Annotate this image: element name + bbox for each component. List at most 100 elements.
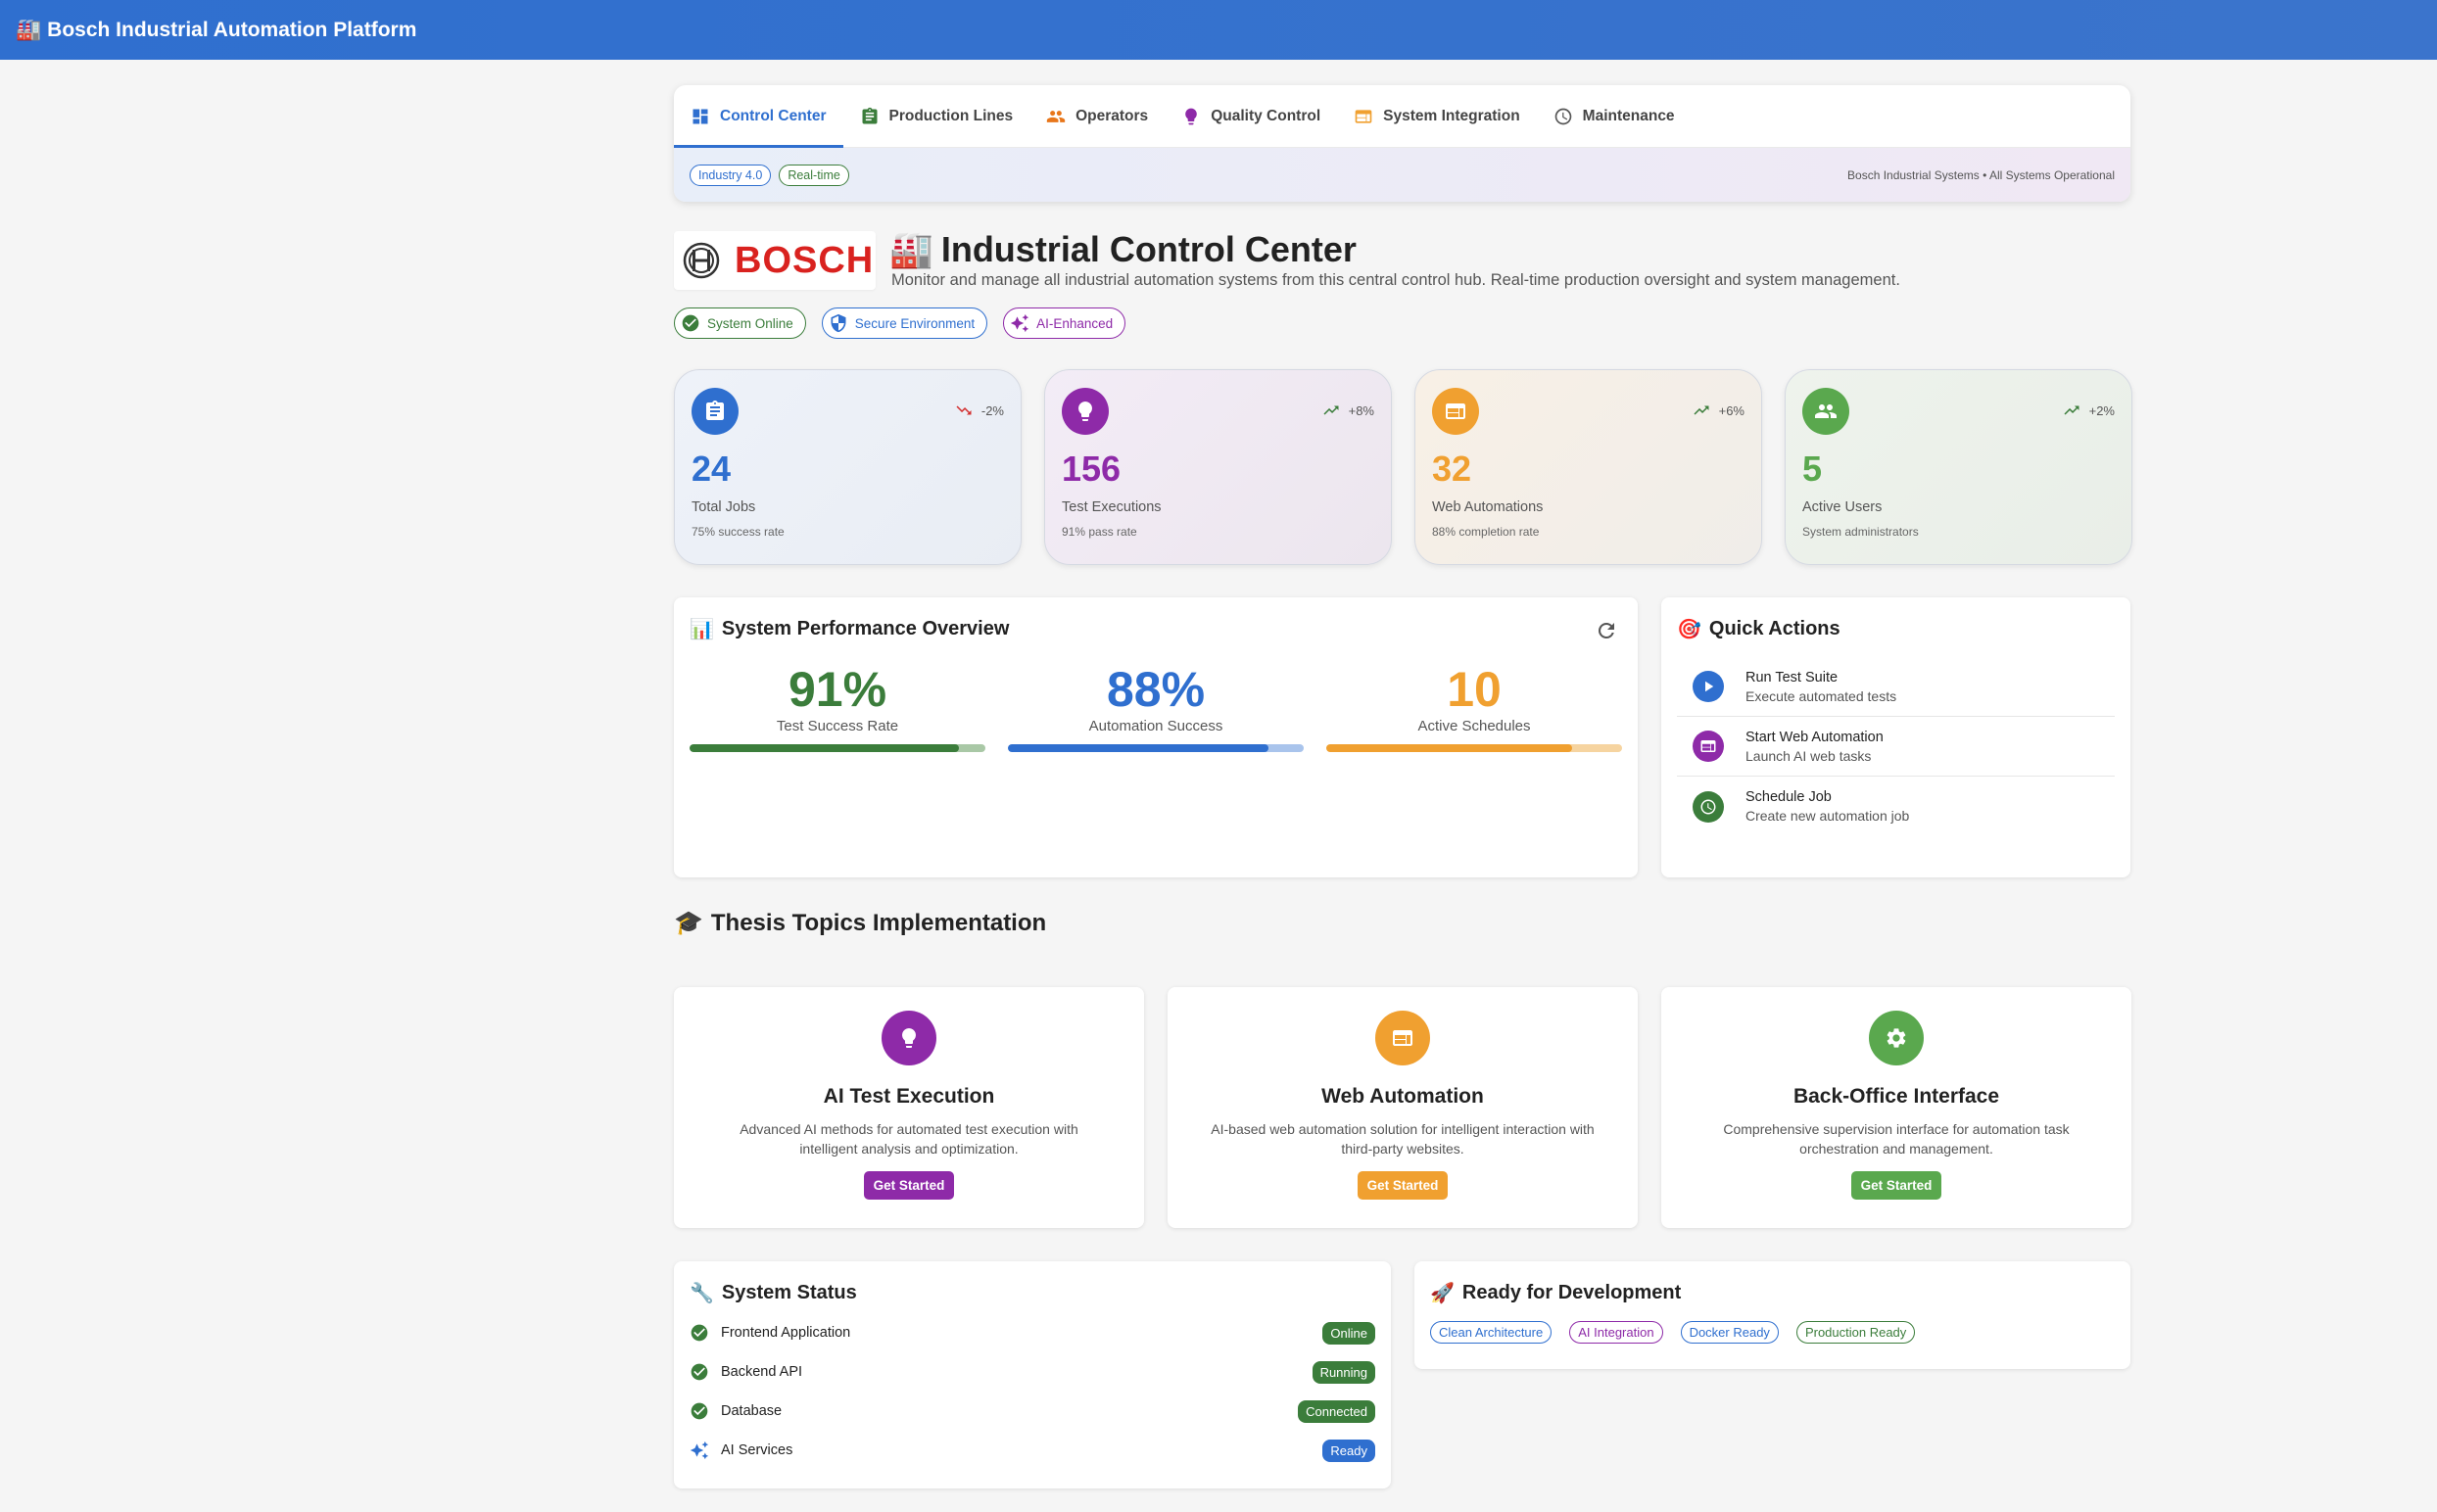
quick-action-start-web-automation[interactable]: Start Web Automation Launch AI web tasks: [1677, 717, 2115, 777]
status-name: Database: [721, 1403, 783, 1419]
page-title-text: Industrial Control Center: [940, 229, 1357, 269]
topic-icon: [1375, 1011, 1430, 1065]
tab-production-lines[interactable]: Production Lines: [843, 85, 1030, 148]
status-badge: Running: [1312, 1360, 1375, 1384]
tab-label: Control Center: [720, 107, 827, 124]
tab-label: Quality Control: [1211, 107, 1321, 124]
system-status-title: 🔧 System Status: [690, 1281, 1375, 1305]
app-bar: 🏭 Bosch Industrial Automation Platform: [0, 0, 2437, 60]
quick-actions-title: 🎯 Quick Actions: [1677, 617, 2115, 641]
people-icon: [1815, 404, 1837, 418]
tab-label: Maintenance: [1582, 107, 1675, 124]
check-circle-icon: [691, 1402, 708, 1420]
metric-label: Automation Success: [1088, 718, 1223, 734]
stat-value: 5: [1802, 449, 1823, 489]
trend-value: +6%: [1718, 402, 1744, 418]
tab-control-center[interactable]: Control Center: [674, 85, 843, 148]
subbar-chip: Real-time: [779, 164, 849, 186]
trending-up-icon: [1694, 405, 1709, 415]
tab-bar: Control Center Production Lines Operators Q…: [674, 85, 2130, 148]
gear-icon: [1887, 1028, 1906, 1048]
metric-value: 10: [1447, 662, 1502, 717]
trend-value: -2%: [980, 402, 1004, 418]
graduation-cap-icon: 🎓: [674, 910, 703, 936]
stat-card-total-jobs: -2% 24 Total Jobs 75% success rate: [674, 369, 1022, 565]
status-name: AI Services: [721, 1442, 793, 1458]
bulb-icon: [902, 1028, 916, 1048]
get-started-button[interactable]: Get Started: [1357, 1171, 1449, 1201]
metric-label: Test Success Rate: [776, 718, 899, 734]
trending-down-icon: [956, 405, 972, 415]
topic-description: AI-based web automation solution for int…: [1211, 1121, 1595, 1157]
wrench-icon: 🔧: [690, 1283, 714, 1304]
stat-card-test-executions: +8% 156 Test Executions 91% pass rate: [1044, 369, 1392, 565]
rocket-icon: 🚀: [1430, 1283, 1455, 1304]
app-title-text: Bosch Industrial Automation Platform: [47, 18, 417, 41]
metric-automation-success: 88% Automation Success: [1008, 665, 1304, 752]
target-icon: 🎯: [1677, 619, 1701, 640]
stat-card-active-users: +2% 5 Active Users System administrators: [1785, 369, 2132, 565]
thesis-section-title: 🎓 Thesis Topics Implementation: [674, 909, 1046, 937]
system-status-panel: 🔧 System Status Frontend Application Onli…: [674, 1261, 1391, 1488]
tab-maintenance[interactable]: Maintenance: [1537, 85, 1692, 148]
web-icon: [1446, 403, 1465, 419]
play-icon: [1705, 681, 1714, 692]
tag-clean-architecture: Clean Architecture: [1430, 1321, 1553, 1344]
subbar-chips: Industry 4.0 Real-time: [690, 164, 849, 186]
quick-action-text: Schedule Job Create new automation job: [1745, 789, 1909, 824]
tab-operators[interactable]: Operators: [1029, 85, 1165, 148]
stat-icon: [692, 388, 739, 435]
tab-system-integration[interactable]: System Integration: [1337, 85, 1537, 148]
get-started-button[interactable]: Get Started: [1850, 1171, 1942, 1201]
stat-label: Test Executions: [1062, 499, 1162, 515]
system-status-title-text: System Status: [721, 1282, 857, 1303]
app-title: 🏭 Bosch Industrial Automation Platform: [16, 19, 416, 42]
metric-progress-bar: [1326, 744, 1622, 752]
quick-action-schedule-job[interactable]: Schedule Job Create new automation job: [1677, 777, 2115, 836]
status-name: Backend API: [721, 1364, 803, 1380]
navigation-card: Control Center Production Lines Operators Q…: [674, 85, 2130, 202]
quick-action-subtitle: Create new automation job: [1745, 808, 1910, 824]
refresh-icon[interactable]: [1595, 619, 1618, 642]
system-status-list: Frontend Application Online Backend API Run…: [690, 1313, 1375, 1470]
factory-icon: 🏭: [889, 229, 933, 269]
sparkle-icon: [1010, 313, 1029, 333]
badge-label: System Online: [707, 315, 793, 331]
metric-active-schedules: 10 Active Schedules: [1326, 665, 1622, 752]
clipboard-icon: [706, 401, 724, 420]
metric-value: 88%: [1106, 662, 1206, 717]
web-icon: [1700, 740, 1716, 752]
get-started-button[interactable]: Get Started: [863, 1171, 955, 1201]
status-subbar: Industry 4.0 Real-time Bosch Industrial S…: [674, 148, 2130, 202]
bulb-icon: [1078, 402, 1092, 421]
topic-card-back-office-interface: Back-Office Interface Comprehensive super…: [1661, 987, 2131, 1228]
stat-note: 88% completion rate: [1432, 525, 1540, 539]
trend-indicator: +2%: [2060, 402, 2115, 419]
badge-system-online: System Online: [674, 307, 806, 339]
badge-ai-enhanced: AI-Enhanced: [1003, 307, 1126, 339]
stat-label: Web Automations: [1432, 499, 1544, 515]
bosch-armature-icon: [683, 242, 720, 279]
topic-description: Advanced AI methods for automated test e…: [740, 1121, 1078, 1157]
bosch-logo: BOSCH: [674, 231, 876, 290]
metric-test-success-rate: 91% Test Success Rate: [690, 665, 985, 752]
topic-card-ai-test-execution: AI Test Execution Advanced AI methods for…: [674, 987, 1144, 1228]
metric-progress-bar: [690, 744, 985, 752]
quick-actions-list: Run Test Suite Execute automated tests Sta…: [1677, 657, 2115, 836]
tag-production-ready: Production Ready: [1795, 1321, 1916, 1344]
quick-action-subtitle: Execute automated tests: [1745, 687, 1897, 704]
badge-label: Secure Environment: [854, 315, 976, 331]
tab-quality-control[interactable]: Quality Control: [1165, 85, 1337, 148]
clipboard-icon: [862, 107, 877, 123]
tab-label: Production Lines: [888, 107, 1014, 124]
trending-up-icon: [1323, 405, 1339, 415]
trending-up-icon: [2064, 405, 2079, 415]
topic-icon: [1869, 1011, 1924, 1065]
trend-value: +8%: [1348, 402, 1374, 418]
quick-action-run-test-suite[interactable]: Run Test Suite Execute automated tests: [1677, 657, 2115, 717]
metric-progress-fill: [1326, 744, 1572, 752]
stat-value: 156: [1062, 449, 1122, 489]
stat-value: 24: [692, 449, 732, 489]
topic-title: Web Automation: [1321, 1085, 1484, 1108]
metric-value: 91%: [788, 662, 887, 717]
